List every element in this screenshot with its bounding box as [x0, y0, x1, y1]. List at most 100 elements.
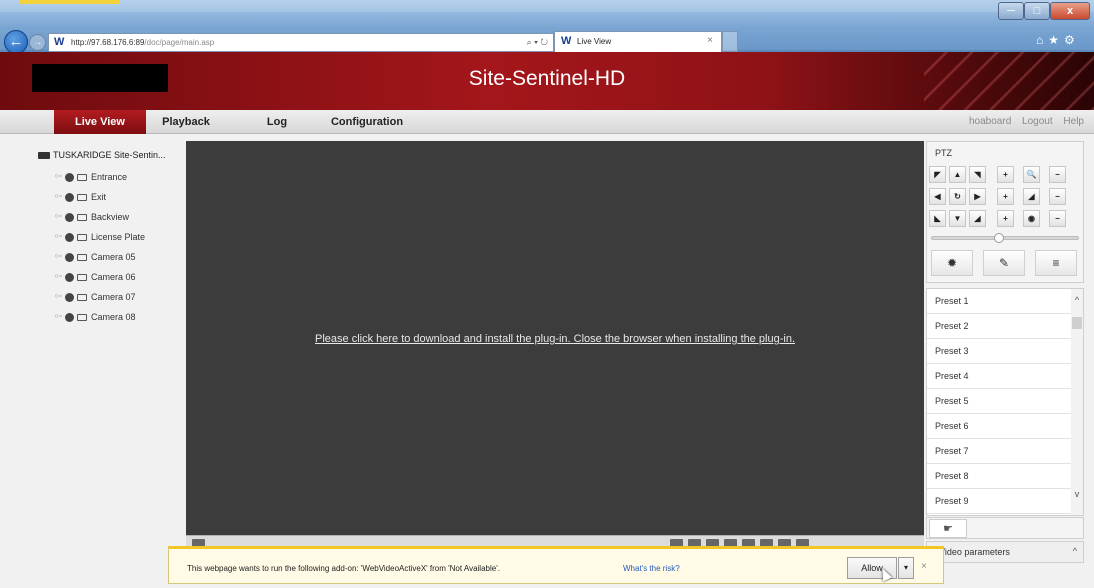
- record-icon: [65, 293, 74, 303]
- preset-item[interactable]: Preset 1: [927, 289, 1072, 314]
- nav-live-view[interactable]: Live View: [54, 110, 146, 134]
- back-button[interactable]: ←: [4, 30, 28, 54]
- preset-item[interactable]: Preset 8: [927, 464, 1072, 489]
- preset-item[interactable]: Preset 2: [927, 314, 1072, 339]
- call-preset-button[interactable]: ☛: [929, 519, 967, 538]
- preset-item[interactable]: Preset 7: [927, 439, 1072, 464]
- site-favicon-icon: W: [54, 36, 65, 48]
- tree-root-device[interactable]: TUSKARIDGE Site-Sentin...: [38, 150, 166, 160]
- light-button[interactable]: ✹: [931, 250, 973, 276]
- ptz-down-right-button[interactable]: ◢: [969, 210, 986, 227]
- nav-playback[interactable]: Playback: [150, 110, 222, 134]
- tab-favicon-icon: W: [561, 35, 572, 47]
- camera-icon: [77, 194, 87, 202]
- tree-item-camera[interactable]: ⁰⁼ Camera 07: [55, 292, 136, 308]
- ptz-up-button[interactable]: ▲: [949, 166, 966, 183]
- main-nav: Live View Playback Log Configuration hoa…: [0, 110, 1094, 134]
- tree-item-camera[interactable]: ⁰⁼ Camera 08: [55, 312, 136, 328]
- maximize-button[interactable]: □: [1024, 2, 1050, 20]
- ptz-down-left-button[interactable]: ◣: [929, 210, 946, 227]
- focus-near-button[interactable]: +: [997, 188, 1014, 205]
- minimize-icon: ─: [1007, 5, 1015, 17]
- ptz-menu-button[interactable]: ≡: [1035, 250, 1077, 276]
- record-icon: [65, 193, 74, 203]
- browser-tab-live-view[interactable]: W Live View ×: [554, 31, 722, 52]
- signal-icon: ⁰⁼: [55, 273, 63, 282]
- tree-item-camera[interactable]: ⁰⁼ License Plate: [55, 232, 145, 248]
- new-tab-button[interactable]: [722, 31, 738, 52]
- dvr-icon: [38, 152, 50, 160]
- ptz-right-button[interactable]: ▶: [969, 188, 986, 205]
- tree-item-camera[interactable]: ⁰⁼ Exit: [55, 192, 106, 208]
- signal-icon: ⁰⁼: [55, 233, 63, 242]
- addon-notification-bar: This webpage wants to run the following …: [168, 546, 944, 584]
- arrow-right-icon: →: [32, 37, 43, 48]
- chevron-up-icon[interactable]: ^: [1073, 546, 1077, 556]
- preset-item[interactable]: Preset 6: [927, 414, 1072, 439]
- app-title: Site-Sentinel-HD: [468, 67, 626, 90]
- camera-icon: [77, 274, 87, 282]
- record-icon: [65, 233, 74, 243]
- ptz-down-button[interactable]: ▼: [949, 210, 966, 227]
- video-parameters-panel[interactable]: Video parameters ^: [926, 541, 1084, 563]
- nav-link-help[interactable]: Help: [1063, 116, 1084, 127]
- forward-button[interactable]: →: [29, 34, 46, 51]
- focus-far-button[interactable]: −: [1049, 188, 1066, 205]
- arrow-left-icon: ←: [8, 33, 24, 50]
- preset-list: Preset 1 Preset 2 Preset 3 Preset 4 Pres…: [926, 288, 1084, 516]
- close-window-button[interactable]: x: [1050, 2, 1090, 20]
- close-notification-icon[interactable]: ×: [921, 561, 927, 572]
- record-icon: [65, 273, 74, 283]
- camera-icon: [77, 254, 87, 262]
- slider-thumb[interactable]: [994, 233, 1005, 243]
- browser-chrome: ─ □ x ← → W http://97.68.176.6:89/doc/pa…: [0, 0, 1094, 54]
- preset-item[interactable]: Preset 3: [927, 339, 1072, 364]
- zoom-in-button[interactable]: +: [997, 166, 1014, 183]
- ptz-left-button[interactable]: ◀: [929, 188, 946, 205]
- ptz-up-right-button[interactable]: ◥: [969, 166, 986, 183]
- nav-link-logout[interactable]: Logout: [1022, 116, 1053, 127]
- iris-close-button[interactable]: −: [1049, 210, 1066, 227]
- search-refresh-icons[interactable]: ⌕ ▾ ↻: [527, 37, 548, 48]
- allow-options-dropdown[interactable]: ▾: [898, 557, 914, 579]
- minimize-button[interactable]: ─: [998, 2, 1024, 20]
- preset-item[interactable]: Preset 5: [927, 389, 1072, 414]
- wiper-button[interactable]: ✎: [983, 250, 1025, 276]
- nav-link-hoaboard[interactable]: hoaboard: [969, 116, 1011, 127]
- signal-icon: ⁰⁼: [55, 193, 63, 202]
- tab-close-icon[interactable]: ×: [707, 35, 713, 46]
- preset-item[interactable]: Preset 4: [927, 364, 1072, 389]
- home-favorites-settings-icons[interactable]: ⌂★⚙: [1036, 33, 1080, 47]
- signal-icon: ⁰⁼: [55, 253, 63, 262]
- ptz-auto-button[interactable]: ↻: [949, 188, 966, 205]
- zoom-out-button[interactable]: −: [1049, 166, 1066, 183]
- camera-label: Exit: [91, 192, 107, 202]
- tree-item-camera[interactable]: ⁰⁼ Camera 06: [55, 272, 136, 288]
- tab-title: Live View: [577, 37, 612, 46]
- scroll-thumb[interactable]: [1072, 317, 1082, 329]
- whats-the-risk-link[interactable]: What's the risk?: [623, 564, 680, 573]
- addon-message: This webpage wants to run the following …: [187, 564, 500, 573]
- ptz-title: PTZ: [935, 148, 952, 158]
- address-url[interactable]: http://97.68.176.6:89/doc/page/main.asp: [71, 38, 214, 47]
- scroll-up-icon[interactable]: ^: [1072, 295, 1082, 305]
- scroll-down-icon[interactable]: v: [1072, 489, 1082, 499]
- nav-log[interactable]: Log: [252, 110, 302, 134]
- chrome-glow: [0, 0, 1094, 12]
- tree-item-camera[interactable]: ⁰⁼ Backview: [55, 212, 129, 228]
- camera-label: Camera 08: [91, 312, 136, 322]
- plugin-download-link[interactable]: Please click here to download and instal…: [186, 333, 924, 345]
- ptz-speed-slider[interactable]: [931, 233, 1079, 243]
- tree-item-camera[interactable]: ⁰⁼ Camera 05: [55, 252, 136, 268]
- iris-open-button[interactable]: +: [997, 210, 1014, 227]
- preset-item[interactable]: Preset 9: [927, 489, 1072, 514]
- signal-icon: ⁰⁼: [55, 313, 63, 322]
- signal-icon: ⁰⁼: [55, 293, 63, 302]
- video-viewport: Please click here to download and instal…: [186, 141, 924, 543]
- tree-item-camera[interactable]: ⁰⁼ Entrance: [55, 172, 127, 188]
- address-bar[interactable]: W http://97.68.176.6:89/doc/page/main.as…: [48, 33, 554, 52]
- nav-configuration[interactable]: Configuration: [322, 110, 412, 134]
- camera-label: Backview: [91, 212, 130, 222]
- ptz-up-left-button[interactable]: ◤: [929, 166, 946, 183]
- focus-icon: ◢: [1023, 188, 1040, 205]
